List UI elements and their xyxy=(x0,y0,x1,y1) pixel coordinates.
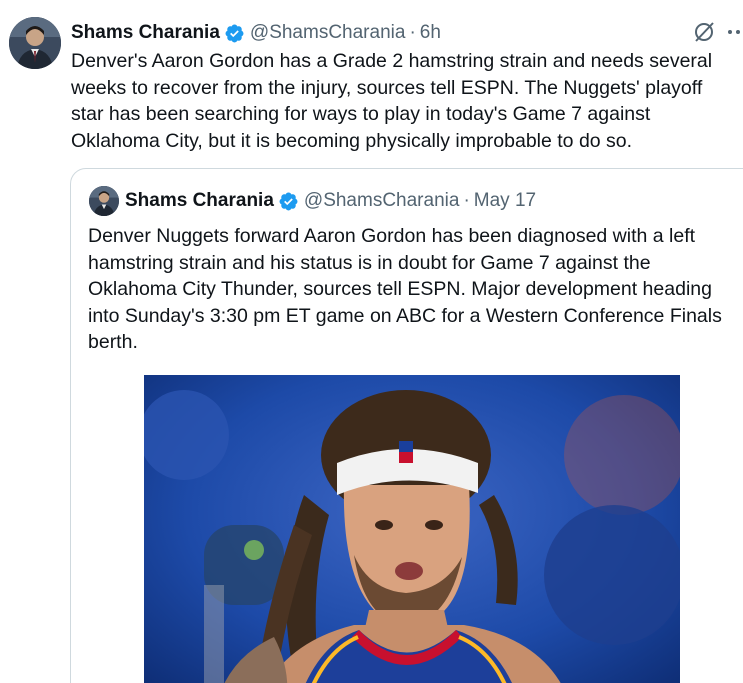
quoted-tweet[interactable]: Shams Charania @ShamsCharania · May 17 D… xyxy=(70,168,743,683)
more-icon[interactable] xyxy=(726,20,743,44)
avatar[interactable] xyxy=(9,17,61,69)
verified-badge-icon[interactable] xyxy=(224,23,245,44)
quoted-media-photo[interactable] xyxy=(144,375,680,683)
verified-badge-icon[interactable] xyxy=(278,191,299,212)
quoted-author-handle[interactable]: @ShamsCharania xyxy=(304,190,460,212)
author-name[interactable]: Shams Charania xyxy=(71,22,220,44)
tweet[interactable]: Shams Charania @ShamsCharania · 6h Denve… xyxy=(0,0,743,683)
timestamp[interactable]: 6h xyxy=(420,22,441,44)
quoted-avatar[interactable] xyxy=(89,186,119,216)
separator-dot: · xyxy=(409,22,416,43)
quoted-tweet-text: Denver Nuggets forward Aaron Gordon has … xyxy=(88,225,722,353)
author-handle[interactable]: @ShamsCharania xyxy=(250,22,406,44)
separator-dot: · xyxy=(463,190,470,211)
tweet-text: Denver's Aaron Gordon has a Grade 2 hams… xyxy=(71,50,718,152)
grok-icon[interactable] xyxy=(692,20,716,44)
quoted-author-name[interactable]: Shams Charania xyxy=(125,190,274,212)
tweet-header: Shams Charania @ShamsCharania · 6h xyxy=(71,18,743,48)
quoted-header: Shams Charania @ShamsCharania · May 17 xyxy=(125,186,536,216)
quoted-timestamp[interactable]: May 17 xyxy=(474,190,536,212)
